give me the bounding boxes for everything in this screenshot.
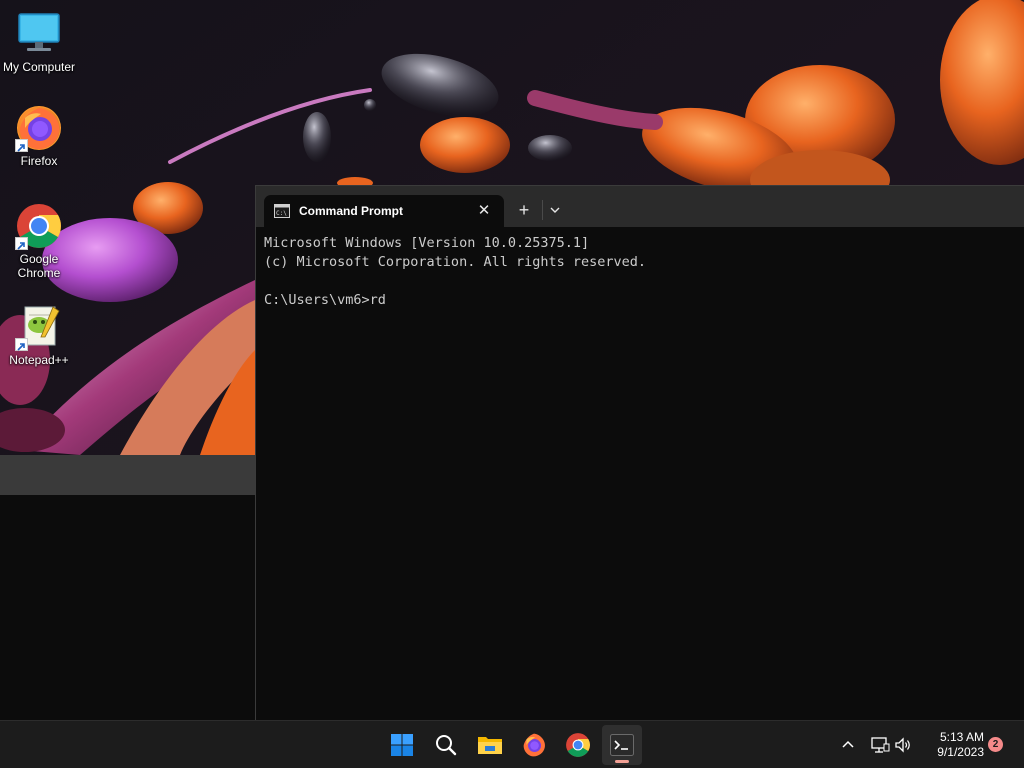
network-icon[interactable] — [870, 735, 890, 755]
clock-date: 9/1/2023 — [937, 745, 984, 759]
console-output[interactable]: Microsoft Windows [Version 10.0.25375.1]… — [264, 234, 1016, 720]
desktop-icon-label: My Computer — [2, 60, 76, 74]
start-icon — [391, 734, 413, 756]
desktop-icon-google-chrome[interactable]: Google Chrome — [1, 202, 77, 280]
terminal-icon — [610, 734, 634, 756]
file-explorer-icon — [478, 737, 502, 754]
background-window-titlebar[interactable] — [0, 455, 256, 495]
file-explorer-button[interactable] — [470, 725, 510, 765]
chevron-up-icon[interactable] — [838, 735, 858, 755]
clock[interactable]: 5:13 AM 9/1/2023 — [922, 730, 984, 760]
chrome-icon — [566, 733, 590, 757]
terminal-tab-bar[interactable]: C:\ Command Prompt ✕ + — [256, 186, 1024, 227]
chevron-down-icon[interactable] — [545, 200, 565, 220]
desktop-icon-firefox[interactable]: Firefox — [1, 104, 77, 168]
terminal-window[interactable]: C:\ Command Prompt ✕ + Microsoft Windows… — [255, 185, 1024, 720]
taskbar: 5:13 AM 9/1/2023 2 — [0, 720, 1024, 768]
desktop-icon-my-computer[interactable]: My Computer — [1, 10, 77, 74]
start-button[interactable] — [382, 725, 422, 765]
desktop-icon-label: Google Chrome — [17, 252, 61, 280]
tab-divider — [542, 200, 543, 220]
active-app-indicator — [615, 760, 629, 763]
desktop-icon-label: Notepad++ — [9, 353, 69, 367]
firefox-icon — [15, 104, 63, 152]
console-line: (c) Microsoft Corporation. All rights re… — [264, 254, 647, 270]
notepad-plus-plus-icon — [15, 303, 63, 351]
firefox-taskbar-button[interactable] — [514, 725, 554, 765]
tab-title: Command Prompt — [299, 204, 404, 218]
shortcut-arrow-icon — [15, 139, 28, 152]
terminal-taskbar-button[interactable] — [602, 725, 642, 765]
search-icon — [436, 735, 457, 756]
tab-command-prompt[interactable]: C:\ Command Prompt ✕ — [264, 195, 504, 227]
svg-text:C:\: C:\ — [276, 210, 287, 217]
chrome-icon — [15, 202, 63, 250]
volume-icon[interactable] — [893, 735, 913, 755]
clock-time: 5:13 AM — [939, 730, 984, 744]
shortcut-arrow-icon — [15, 338, 28, 351]
desktop-icon-notepad-plus-plus[interactable]: Notepad++ — [1, 303, 77, 367]
console-line: Microsoft Windows [Version 10.0.25375.1] — [264, 235, 590, 251]
shortcut-arrow-icon — [15, 237, 28, 250]
monitor-icon — [15, 10, 63, 58]
new-tab-button[interactable]: + — [512, 198, 536, 222]
notification-badge[interactable]: 2 — [988, 737, 1003, 752]
command-prompt-icon: C:\ — [274, 204, 290, 218]
chrome-taskbar-button[interactable] — [558, 725, 598, 765]
search-button[interactable] — [426, 725, 466, 765]
background-window-body — [0, 495, 256, 720]
close-icon[interactable]: ✕ — [476, 203, 492, 219]
console-prompt-line: C:\Users\vm6>rd — [264, 292, 386, 308]
firefox-icon — [523, 733, 545, 757]
desktop-icon-label: Firefox — [20, 154, 58, 168]
